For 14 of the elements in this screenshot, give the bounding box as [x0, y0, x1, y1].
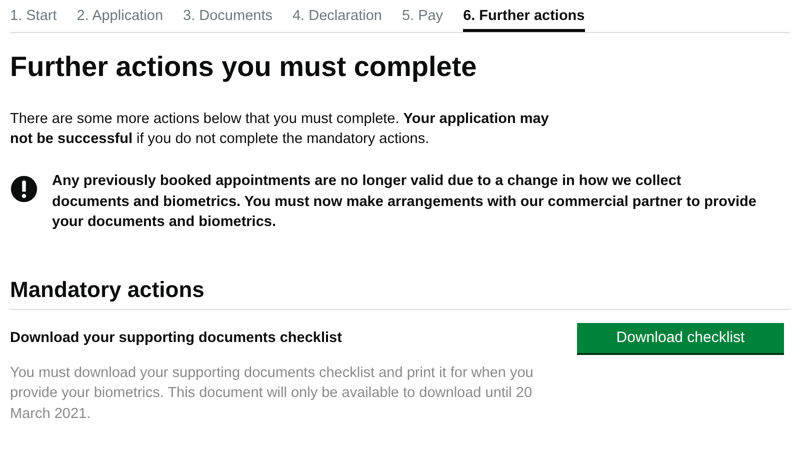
warning-icon	[10, 175, 38, 203]
step-tab[interactable]: 4. Declaration	[292, 0, 382, 32]
step-tab[interactable]: 5. Pay	[402, 0, 444, 32]
step-tab[interactable]: 6. Further actions	[463, 0, 585, 32]
page-heading: Further actions you must complete	[10, 51, 478, 83]
warning-text: Any previously booked appointments are no longer valid due to a change in how we collect documents and biometrics. You must now make arrangements with our commercial partner to provide your documents and biometrics.	[52, 172, 758, 232]
intro-text: There are some more actions below that you must complete. Your application may not be successful if you do not complete the mandatory actions.	[10, 110, 550, 149]
step-tab[interactable]: 1. Start	[10, 0, 57, 32]
download-button[interactable]: Download checklist	[577, 322, 784, 352]
action-title: Download your supporting documents checklist	[10, 330, 342, 346]
section-heading: Mandatory actions	[10, 276, 790, 310]
step-tab[interactable]: 3. Documents	[183, 0, 272, 32]
action-description: You must download your supporting documents checklist and print it for when you provide your biometrics. This document will only be available to download until 20 March 2021.	[10, 364, 534, 424]
step-tab[interactable]: 2. Application	[76, 0, 164, 32]
